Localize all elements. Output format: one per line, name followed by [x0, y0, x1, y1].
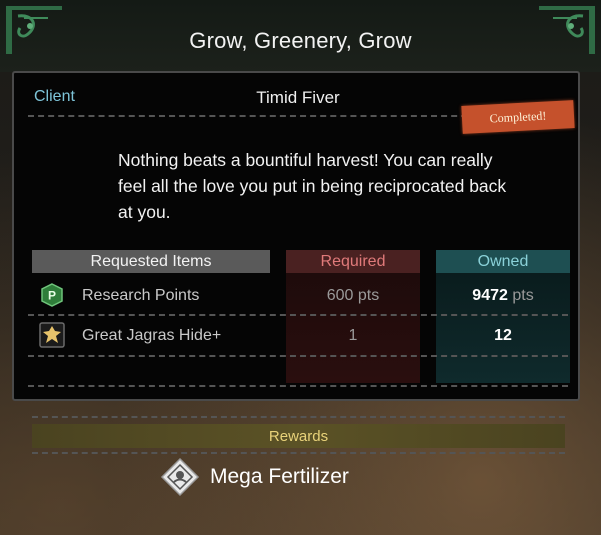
rewards-header: Rewards — [32, 424, 565, 448]
hide-material-icon — [39, 322, 65, 348]
quest-detail-panel: Client Timid Fiver Completed! Nothing be… — [12, 71, 580, 401]
row-divider — [28, 314, 568, 316]
item-name: Research Points — [82, 287, 200, 304]
divider — [32, 416, 565, 418]
owned-value: 9472 pts — [436, 287, 570, 305]
svg-text:P: P — [48, 289, 56, 303]
completed-stamp: Completed! — [461, 100, 575, 134]
item-name: Great Jagras Hide+ — [82, 327, 222, 344]
owned-value: 12 — [494, 327, 512, 344]
completed-stamp-text: Completed! — [489, 108, 547, 125]
divider — [32, 452, 565, 454]
required-value: 1 — [348, 327, 358, 344]
row-divider — [28, 355, 568, 357]
top-frame: Grow, Greenery, Grow — [0, 0, 601, 72]
header-requested-items: Requested Items — [32, 250, 270, 273]
header-required: Required — [286, 250, 420, 273]
required-unit: pts — [357, 287, 380, 304]
research-points-icon: P — [41, 283, 63, 307]
required-value: 600 pts — [286, 287, 420, 305]
reward-item-name: Mega Fertilizer — [210, 465, 349, 488]
fertilizer-icon — [160, 457, 200, 497]
owned-unit: pts — [512, 287, 534, 304]
reward-item: Mega Fertilizer — [160, 457, 349, 497]
owned-amount: 9472 — [472, 287, 508, 304]
row-divider — [28, 385, 568, 387]
header-owned: Owned — [436, 250, 570, 273]
quest-description: Nothing beats a bountiful harvest! You c… — [118, 150, 507, 222]
quest-title: Grow, Greenery, Grow — [189, 28, 412, 53]
required-amount: 600 — [326, 287, 354, 304]
